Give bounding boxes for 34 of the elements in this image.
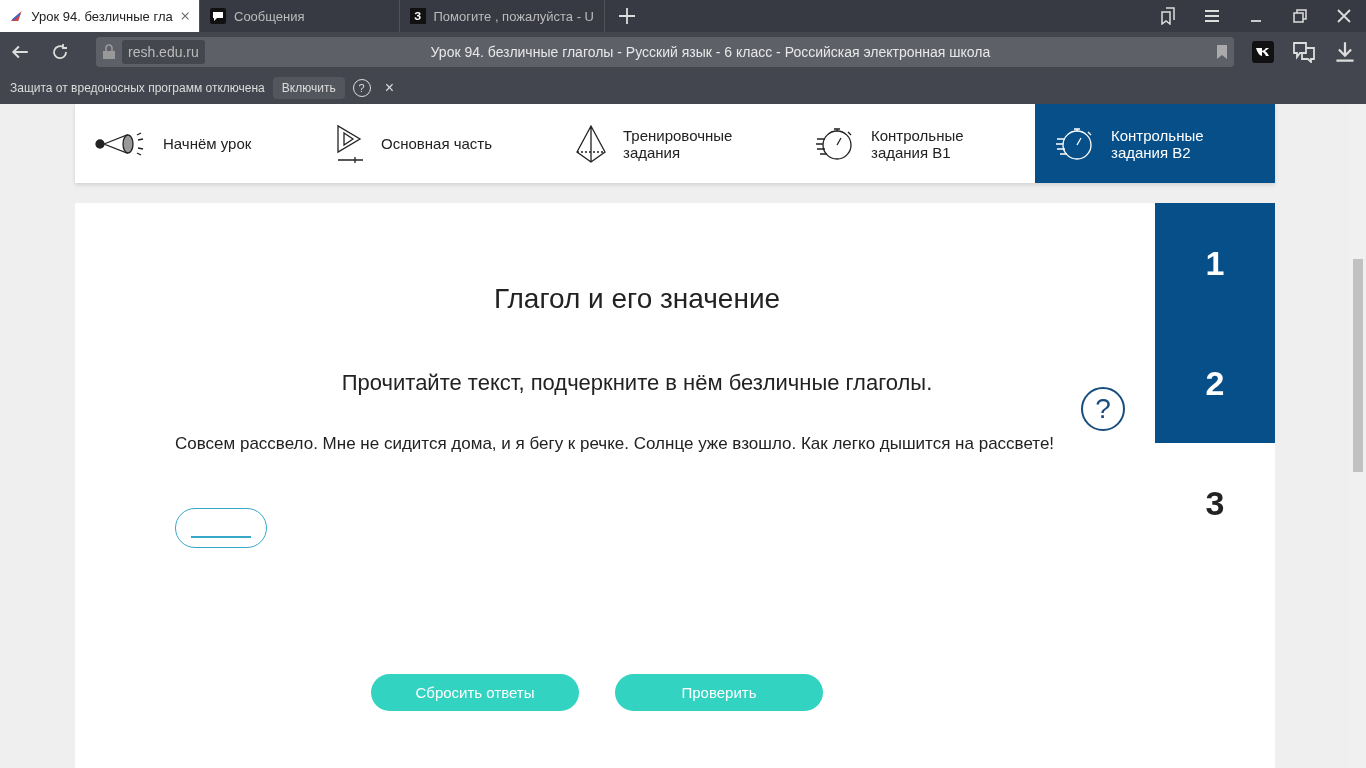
close-icon[interactable] bbox=[1335, 7, 1353, 25]
enable-button[interactable]: Включить bbox=[272, 77, 345, 99]
help-button[interactable]: ? bbox=[1081, 387, 1125, 431]
bookmark-icon[interactable] bbox=[1216, 44, 1228, 60]
pyramid-icon bbox=[575, 123, 607, 164]
bookmarks-icon[interactable] bbox=[1159, 7, 1177, 25]
notice-text: Защита от вредоносных программ отключена bbox=[10, 81, 265, 95]
new-tab-icon[interactable] bbox=[618, 7, 636, 25]
lesson-nav-tab[interactable]: Контрольные задания В2 bbox=[1035, 104, 1275, 183]
close-button[interactable]: × bbox=[384, 79, 394, 97]
reload-icon[interactable] bbox=[51, 43, 69, 61]
menu-icon[interactable] bbox=[1203, 7, 1221, 25]
browser-tab[interactable]: Урок 94. безличные гла bbox=[0, 0, 200, 32]
lesson-nav-tab[interactable]: Контрольные задания В1 bbox=[795, 104, 1035, 183]
download-icon[interactable] bbox=[1334, 41, 1356, 63]
task-text: Совсем рассвело. Мне не сидится дома, и я бегу к речке. Солнце уже взошло. Как легко дышится на рассвете! bbox=[175, 433, 1056, 455]
step-tab[interactable]: 2 bbox=[1155, 323, 1275, 443]
step-tab[interactable]: 1 bbox=[1155, 203, 1275, 323]
play-icon bbox=[335, 123, 365, 164]
task-instruction: Прочитайте текст, подчеркните в нём безличные глаголы. bbox=[340, 370, 934, 396]
domain-label: resh.edu.ru bbox=[122, 40, 205, 64]
close-icon[interactable] bbox=[180, 11, 189, 21]
lesson-nav-tab[interactable]: Начнём урок bbox=[75, 104, 315, 183]
restore-icon[interactable] bbox=[1291, 7, 1309, 25]
chat-icon bbox=[210, 8, 226, 24]
lesson-nav-tab[interactable]: Тренировочные задания bbox=[555, 104, 795, 183]
lock-icon bbox=[102, 44, 116, 60]
address-bar[interactable]: resh.edu.ru Урок 94. безличные глаголы - Русский язык - 6 класс - Российская электронная школа bbox=[96, 37, 1234, 67]
lesson-nav-tab[interactable]: Основная часть bbox=[315, 104, 555, 183]
task-title: Глагол и его значение bbox=[492, 283, 782, 315]
page-title: Урок 94. безличные глаголы - Русский язык - 6 класс - Российская электронная школа bbox=[429, 44, 992, 60]
translate-icon[interactable] bbox=[1292, 41, 1316, 63]
tab-favicon: З bbox=[410, 8, 426, 24]
vk-icon[interactable] bbox=[1252, 41, 1274, 63]
